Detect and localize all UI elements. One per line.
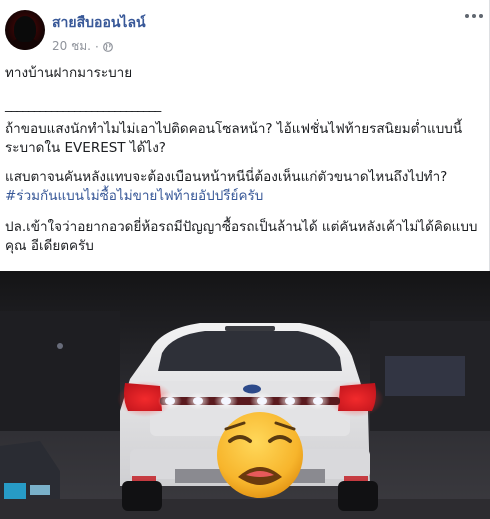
car-photo-illustration: [0, 271, 490, 519]
post-paragraph: ถ้าขอบแสงนักทำไมไม่เอาไปติดคอนโซลหน้า? ไ…: [5, 121, 463, 156]
post-paragraph: ทางบ้านฝากมาระบาย: [5, 65, 133, 81]
post-divider-line: ___________________________: [5, 97, 161, 113]
globe-icon: [102, 41, 113, 52]
post-paragraph: ปล.เข้าใจว่าอยากอวดยี่ห้อรถมีปัญญาซื้อรถ…: [5, 219, 478, 254]
post-meta: 20 ชม. ·: [52, 37, 113, 56]
page-avatar[interactable]: [5, 10, 45, 50]
more-options-icon[interactable]: [465, 14, 485, 22]
meta-separator: ·: [94, 39, 99, 54]
post-header: สายสืบออนไลน์ 20 ชม. ·: [0, 0, 490, 60]
page-name-link[interactable]: สายสืบออนไลน์: [52, 12, 146, 34]
facebook-post: สายสืบออนไลน์ 20 ชม. · ทางบ้านฝากมาระบาย…: [0, 0, 490, 519]
post-paragraph: แสบตาจนคันหลังแทบจะต้องเบือนหน้าหนีนี่ต้…: [5, 168, 485, 206]
weary-face-emoji-icon: [217, 412, 303, 498]
post-photo[interactable]: [0, 271, 490, 519]
post-timestamp[interactable]: 20 ชม.: [52, 37, 91, 56]
hashtag-link[interactable]: #ร่วมกันแบนไม่ซื้อไม่ขายไฟท้ายอัปปรีย์คร…: [5, 188, 263, 204]
post-paragraph-text: แสบตาจนคันหลังแทบจะต้องเบือนหน้าหนีนี่ต้…: [5, 169, 448, 185]
